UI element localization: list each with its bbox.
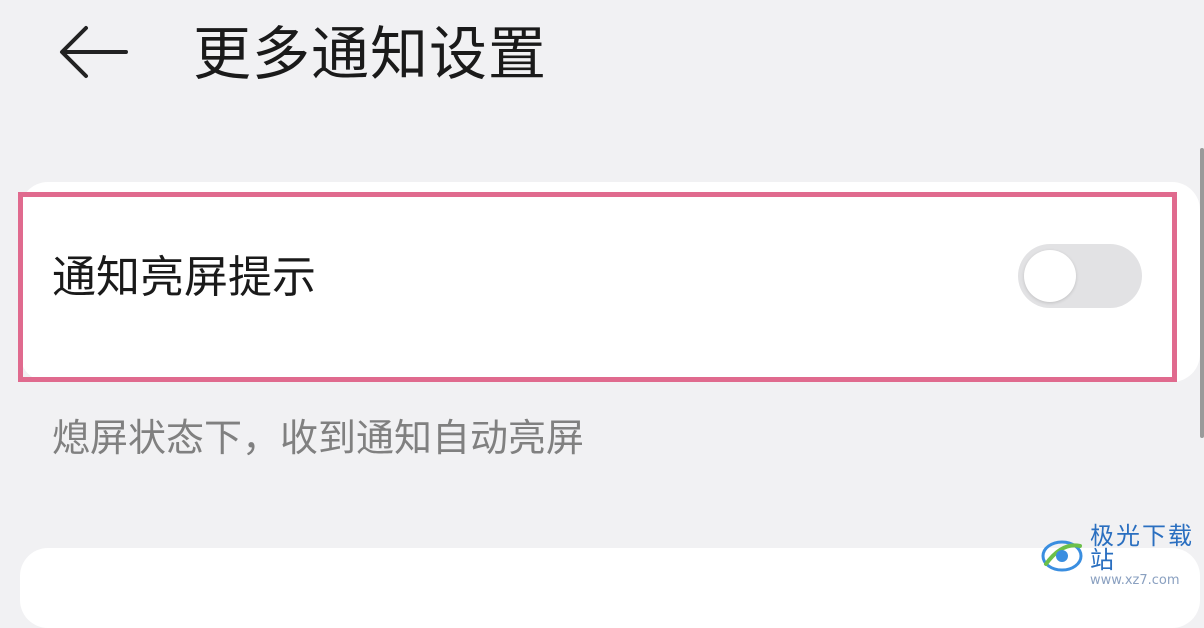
next-settings-card[interactable] — [20, 548, 1200, 628]
watermark: 极光下载站 www.xz7.com — [1040, 524, 1204, 587]
setting-description: 熄屏状态下，收到通知自动亮屏 — [52, 416, 585, 460]
back-button[interactable] — [52, 22, 132, 86]
toggle-knob — [1024, 250, 1076, 302]
xz7-logo-icon — [1040, 534, 1084, 578]
watermark-url: www.xz7.com — [1090, 573, 1180, 588]
setting-label: 通知亮屏提示 — [52, 252, 316, 303]
notification-wake-toggle[interactable] — [1018, 244, 1142, 308]
page-title: 更多通知设置 — [193, 20, 548, 88]
arrow-left-icon — [56, 24, 128, 84]
watermark-name: 极光下载站 — [1090, 522, 1194, 574]
scrollbar[interactable] — [1200, 148, 1204, 438]
